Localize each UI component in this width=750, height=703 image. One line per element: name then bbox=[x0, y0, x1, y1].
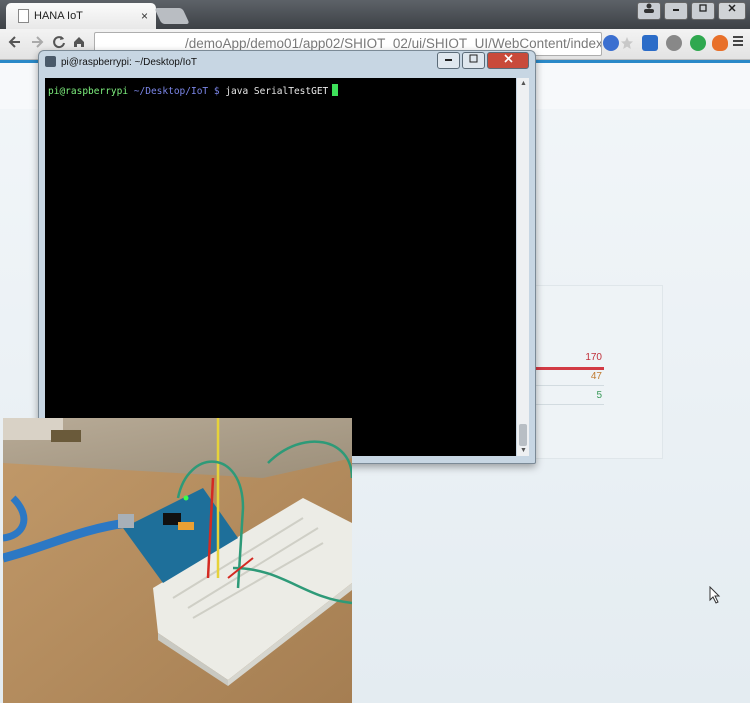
terminal-command: java SerialTestGET bbox=[219, 86, 329, 97]
prompt-path: ~/Desktop/IoT $ bbox=[128, 86, 220, 97]
prompt-user: pi@raspberrypi bbox=[48, 86, 129, 97]
terminal-window-controls bbox=[437, 52, 529, 69]
close-icon[interactable] bbox=[718, 2, 746, 20]
terminal-minimize-icon[interactable] bbox=[437, 52, 460, 69]
user-icon[interactable] bbox=[637, 2, 661, 20]
metric-value-3: 5 bbox=[596, 390, 602, 401]
back-icon[interactable] bbox=[8, 35, 22, 49]
terminal-window[interactable]: pi@raspberrypi: ~/Desktop/IoT pi@raspber… bbox=[38, 50, 536, 464]
restore-icon[interactable] bbox=[691, 2, 715, 20]
terminal-scrollbar[interactable]: ▲ ▼ bbox=[517, 78, 529, 456]
tab-hana-iot[interactable]: HANA IoT × bbox=[6, 3, 156, 29]
new-tab-button[interactable] bbox=[154, 8, 190, 24]
metric-value-2: 47 bbox=[590, 371, 602, 382]
webcam-photo bbox=[3, 418, 352, 703]
home-icon[interactable] bbox=[72, 35, 86, 49]
browser-tabbar: HANA IoT × bbox=[0, 0, 750, 29]
gear-extension-icon[interactable] bbox=[666, 35, 682, 51]
tab-close-icon[interactable]: × bbox=[141, 9, 148, 23]
photo-extension-icon[interactable] bbox=[642, 35, 658, 51]
star-icon[interactable] bbox=[620, 36, 634, 50]
metric-bar-1 bbox=[530, 367, 604, 370]
flame-extension-icon[interactable] bbox=[712, 35, 728, 51]
terminal-cursor bbox=[332, 84, 339, 96]
terminal-prompt-line: pi@raspberrypi ~/Desktop/IoT $ java Seri… bbox=[48, 84, 339, 97]
metric-line-2 bbox=[530, 385, 604, 386]
terminal-title: pi@raspberrypi: ~/Desktop/IoT bbox=[61, 57, 198, 68]
tab-title: HANA IoT bbox=[34, 10, 83, 22]
scroll-down-icon[interactable]: ▼ bbox=[520, 447, 527, 454]
terminal-icon bbox=[45, 56, 56, 67]
extension-icon[interactable] bbox=[603, 35, 619, 51]
scrollbar-thumb[interactable] bbox=[519, 424, 527, 446]
metric-line-3 bbox=[530, 404, 604, 405]
terminal-titlebar[interactable]: pi@raspberrypi: ~/Desktop/IoT bbox=[39, 51, 535, 73]
window-controls bbox=[637, 2, 746, 20]
forward-icon[interactable] bbox=[30, 35, 44, 49]
minimize-icon[interactable] bbox=[664, 2, 688, 20]
scroll-up-icon[interactable]: ▲ bbox=[520, 80, 527, 87]
hangouts-icon[interactable] bbox=[690, 35, 706, 51]
terminal-maximize-icon[interactable] bbox=[462, 52, 485, 69]
terminal-close-icon[interactable] bbox=[487, 52, 529, 69]
page-icon bbox=[18, 9, 29, 23]
mouse-cursor-icon bbox=[709, 586, 721, 604]
terminal-screen[interactable]: pi@raspberrypi ~/Desktop/IoT $ java Seri… bbox=[45, 78, 516, 456]
metric-value-1: 170 bbox=[585, 352, 602, 363]
reload-icon[interactable] bbox=[52, 35, 66, 49]
menu-icon[interactable] bbox=[732, 35, 744, 47]
